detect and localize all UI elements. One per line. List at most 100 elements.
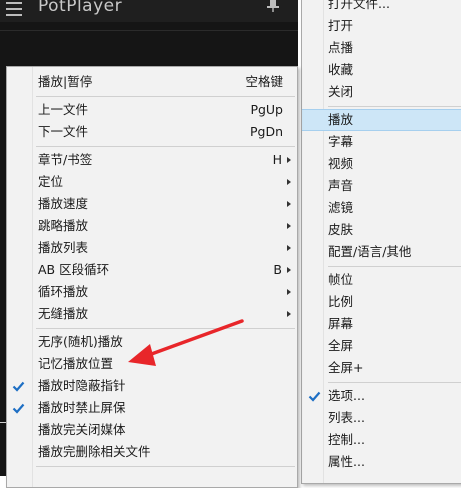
menu-item-label: 比例 [328, 291, 353, 313]
submenu-item-next-file[interactable]: 下一文件 PgDn [7, 121, 297, 143]
menu-item-config-language[interactable]: 配置/语言/其他 [302, 241, 461, 263]
menu-item-playback[interactable]: 播放 [302, 109, 461, 131]
checkmark-icon [12, 380, 25, 393]
menu-item-open-file[interactable]: 打开文件... [302, 0, 461, 15]
main-context-menu: 打开文件... 打开 点播 收藏 关闭 播放 字幕 视频 声音 滤镜 皮肤 配置… [301, 0, 461, 484]
menu-item-on-demand[interactable]: 点播 [302, 37, 461, 59]
menu-item-properties[interactable]: 属性... [302, 451, 461, 473]
menu-item-video[interactable]: 视频 [302, 153, 461, 175]
menu-item-label: 帧位 [328, 269, 353, 291]
menu-item-label: 打开文件... [328, 0, 390, 15]
submenu-item-close-media-on-end[interactable]: 播放完关闭媒体 [7, 419, 297, 441]
menu-item-screen[interactable]: 屏幕 [302, 313, 461, 335]
submenu-item-loop-playback[interactable]: 循环播放 [7, 281, 297, 303]
menu-item-label: 无序(随机)播放 [38, 331, 123, 353]
menu-item-label: 属性... [328, 451, 365, 473]
menu-item-label: 关闭 [328, 81, 353, 103]
menu-item-label: 屏幕 [328, 313, 353, 335]
submenu-item-delete-files-on-end[interactable]: 播放完删除相关文件 [7, 441, 297, 463]
submenu-item-playlist[interactable]: 播放列表 [7, 237, 297, 259]
menu-item-label: 滤镜 [328, 197, 353, 219]
menu-item-label: 选项... [328, 385, 365, 407]
checkmark-icon [308, 390, 321, 403]
menu-item-label: 下一文件 [38, 121, 88, 143]
menu-item-label: 收藏 [328, 59, 353, 81]
menu-item-label: 播放 [328, 110, 353, 130]
menu-item-label: 视频 [328, 153, 353, 175]
menu-item-label: 播放|暂停 [38, 71, 92, 93]
menu-item-label: 定位 [38, 171, 63, 193]
submenu-arrow-icon [287, 223, 291, 229]
submenu-item-hide-cursor[interactable]: 播放时隐蔽指针 [7, 375, 297, 397]
submenu-arrow-icon [287, 157, 291, 163]
menu-separator [328, 106, 461, 107]
menu-separator [36, 466, 295, 467]
menu-item-label: 列表... [328, 407, 365, 429]
menu-item-label: 全屏 [328, 335, 353, 357]
menu-item-filters[interactable]: 滤镜 [302, 197, 461, 219]
submenu-item-disable-screensaver[interactable]: 播放时禁止屏保 [7, 397, 297, 419]
checkmark-icon [12, 402, 25, 415]
submenu-item-ab-repeat[interactable]: AB 区段循环 B [7, 259, 297, 281]
submenu-item-playback-speed[interactable]: 播放速度 [7, 193, 297, 215]
menu-item-label: 播放时隐蔽指针 [38, 375, 126, 397]
hamburger-menu-icon[interactable] [6, 2, 22, 15]
submenu-item-skip-playback[interactable]: 跳略播放 [7, 215, 297, 237]
submenu-arrow-icon [287, 311, 291, 317]
menu-item-favorites[interactable]: 收藏 [302, 59, 461, 81]
menu-item-label: 循环播放 [38, 281, 88, 303]
menu-item-subtitles[interactable]: 字幕 [302, 131, 461, 153]
submenu-item-remember-position[interactable]: 记忆播放位置 [7, 353, 297, 375]
menu-item-label: 记忆播放位置 [38, 353, 113, 375]
menu-separator [36, 146, 295, 147]
menu-separator [36, 96, 295, 97]
menu-item-label: 皮肤 [328, 219, 353, 241]
menu-item-label: 配置/语言/其他 [328, 241, 411, 263]
submenu-arrow-icon [287, 289, 291, 295]
menu-item-label: 播放速度 [38, 193, 88, 215]
menu-item-label: 播放时禁止屏保 [38, 397, 126, 419]
submenu-item-seek[interactable]: 定位 [7, 171, 297, 193]
menu-item-aspect-ratio[interactable]: 比例 [302, 291, 461, 313]
menu-item-shortcut: PgUp [250, 99, 283, 121]
menu-item-shortcut: B [273, 259, 282, 281]
menu-item-control[interactable]: 控制... [302, 429, 461, 451]
menu-item-label: AB 区段循环 [38, 259, 109, 281]
menu-item-label: 播放完关闭媒体 [38, 419, 126, 441]
menu-item-shortcut: PgDn [250, 121, 283, 143]
menu-item-playlist[interactable]: 列表... [302, 407, 461, 429]
menu-item-label: 控制... [328, 429, 365, 451]
menu-item-label: 跳略播放 [38, 215, 88, 237]
pin-icon[interactable] [266, 0, 280, 12]
menu-item-fullscreen[interactable]: 全屏 [302, 335, 461, 357]
menu-item-label: 点播 [328, 37, 353, 59]
menu-item-skins[interactable]: 皮肤 [302, 219, 461, 241]
menu-item-audio[interactable]: 声音 [302, 175, 461, 197]
playback-submenu: 播放|暂停 空格键 上一文件 PgUp 下一文件 PgDn 章节/书签H 定位 播放速… [6, 66, 298, 488]
menu-item-fullscreen-plus[interactable]: 全屏+Ctl [302, 357, 461, 379]
submenu-item-play-pause[interactable]: 播放|暂停 空格键 [7, 71, 297, 93]
menu-item-label: 全屏+ [328, 357, 363, 379]
video-area-divider [0, 30, 298, 31]
menu-item-label: 字幕 [328, 131, 353, 153]
menu-item-shortcut: 空格键 [245, 71, 283, 93]
menu-item-label: 无缝播放 [38, 303, 88, 325]
menu-item-open[interactable]: 打开 [302, 15, 461, 37]
submenu-arrow-icon [287, 179, 291, 185]
submenu-item-previous-file[interactable]: 上一文件 PgUp [7, 99, 297, 121]
submenu-item-chapters-bookmarks[interactable]: 章节/书签H [7, 149, 297, 171]
menu-item-close[interactable]: 关闭 [302, 81, 461, 103]
submenu-item-shuffle[interactable]: 无序(随机)播放 [7, 331, 297, 353]
menu-item-label: 播放完删除相关文件 [38, 441, 151, 463]
menu-item-options[interactable]: 选项... [302, 385, 461, 407]
menu-item-label: 章节/书签 [38, 149, 92, 171]
player-titlebar: PotPlayer [0, 0, 298, 22]
submenu-arrow-icon [287, 267, 291, 273]
submenu-item-seamless-playback[interactable]: 无缝播放 [7, 303, 297, 325]
menu-separator [328, 382, 461, 383]
menu-separator [36, 328, 295, 329]
menu-item-label: 声音 [328, 175, 353, 197]
app-title: PotPlayer [38, 0, 122, 16]
menu-item-frame[interactable]: 帧位 [302, 269, 461, 291]
menu-item-label: 上一文件 [38, 99, 88, 121]
